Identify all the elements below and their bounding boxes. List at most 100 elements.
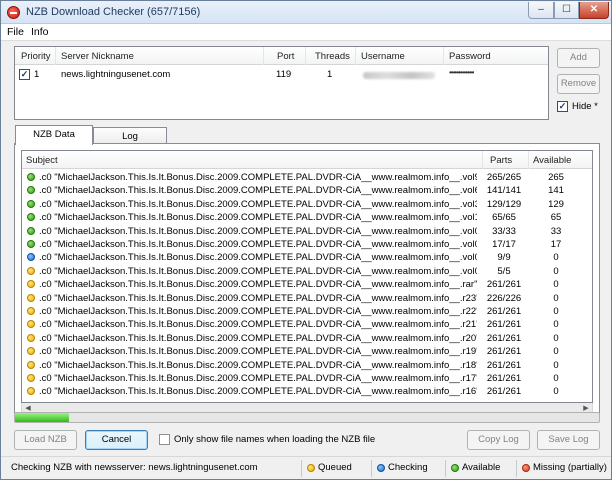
nzb-row[interactable]: .c0 "MichaelJackson.This.Is.It.Bonus.Dis… [22,171,582,184]
status-dot-icon [27,186,35,195]
server-port: 119 [276,69,292,80]
hide-checkbox[interactable]: ✓ [557,101,568,112]
cancel-button[interactable]: Cancel [85,430,148,450]
nzb-parts: 261/261 [486,332,522,344]
nzb-list[interactable]: Subject Parts Available .c0 "MichaelJack… [21,150,593,403]
col-username[interactable]: Username [361,51,405,62]
status-text: Checking NZB with newsserver: news.light… [11,462,258,473]
nzb-available: 0 [553,346,559,358]
server-password: •••••••••••••• [449,68,475,77]
nzb-subject: .c0 "MichaelJackson.This.Is.It.Bonus.Dis… [39,185,477,197]
nzb-row[interactable]: .c0 "MichaelJackson.This.Is.It.Bonus.Dis… [22,184,582,197]
minimize-button[interactable]: – [528,2,554,19]
queued-legend-icon [307,464,315,472]
nzb-row[interactable]: .c0 "MichaelJackson.This.Is.It.Bonus.Dis… [22,318,582,331]
nzb-available: 33 [550,225,562,237]
menu-info[interactable]: Info [31,26,49,38]
col-subject[interactable]: Subject [26,155,58,166]
col-threads[interactable]: Threads [315,51,350,62]
nzb-available: 0 [553,319,559,331]
nzb-row[interactable]: .c0 "MichaelJackson.This.Is.It.Bonus.Dis… [22,265,582,278]
tab-nzb-data[interactable]: NZB Data [15,125,93,145]
col-priority[interactable]: Priority [21,51,51,62]
hide-label[interactable]: Hide * [572,101,598,112]
copy-log-button[interactable]: Copy Log [467,430,530,450]
status-dot-icon [27,307,35,315]
nzb-available: 0 [553,292,559,304]
remove-server-button[interactable]: Remove [557,74,600,94]
legend-available: Available [462,462,501,473]
nzb-subject: .c0 "MichaelJackson.This.Is.It.Bonus.Dis… [39,373,477,384]
status-dot-icon [27,374,35,382]
status-dot-icon [27,253,35,262]
server-nickname: news.lightningusenet.com [61,69,171,80]
save-log-button[interactable]: Save Log [537,430,600,450]
nzb-row[interactable]: .c0 "MichaelJackson.This.Is.It.Bonus.Dis… [22,251,582,264]
nzb-row[interactable]: .c0 "MichaelJackson.This.Is.It.Bonus.Dis… [22,345,582,358]
nzb-available: 0 [553,265,559,277]
status-dot-icon [27,320,35,329]
server-username-redacted [363,72,435,79]
menu-file[interactable]: File [7,26,24,38]
nzb-row[interactable]: .c0 "MichaelJackson.This.Is.It.Bonus.Dis… [22,198,582,211]
nzb-subject: .c0 "MichaelJackson.This.Is.It.Bonus.Dis… [39,212,477,224]
available-legend-icon [451,464,459,472]
nzb-row[interactable]: .c0 "MichaelJackson.This.Is.It.Bonus.Dis… [22,372,582,385]
nzb-available: 0 [553,306,559,317]
col-port[interactable]: Port [277,51,294,62]
nzb-subject: .c0 "MichaelJackson.This.Is.It.Bonus.Dis… [39,279,477,291]
status-dot-icon [27,199,35,208]
nzb-row[interactable]: .c0 "MichaelJackson.This.Is.It.Bonus.Dis… [22,332,582,345]
col-parts[interactable]: Parts [490,155,512,166]
nzb-parts: 261/261 [486,373,522,384]
only-show-filenames-label[interactable]: Only show file names when loading the NZ… [174,434,375,445]
server-row[interactable]: ✓ 1 news.lightningusenet.com 119 1 •••••… [15,67,548,82]
nzb-available: 129 [548,198,564,210]
load-nzb-button[interactable]: Load NZB [14,430,77,450]
col-available[interactable]: Available [533,155,571,166]
nzb-subject: .c0 "MichaelJackson.This.Is.It.Bonus.Dis… [39,359,477,371]
nzb-parts: 261/261 [486,359,522,371]
nzb-available: 0 [553,386,559,398]
server-list[interactable]: Priority Server Nickname Port Threads Us… [14,46,549,120]
nzb-row[interactable]: .c0 "MichaelJackson.This.Is.It.Bonus.Dis… [22,305,582,318]
nzb-subject: .c0 "MichaelJackson.This.Is.It.Bonus.Dis… [39,239,477,250]
nzb-parts: 129/129 [486,198,522,210]
main-window: NZB Download Checker (657/7156) – ☐ ✕ Fi… [0,0,612,480]
add-server-button[interactable]: Add [557,48,600,68]
maximize-button[interactable]: ☐ [554,2,579,19]
nzb-data-panel: Subject Parts Available .c0 "MichaelJack… [14,143,600,419]
nzb-row[interactable]: .c0 "MichaelJackson.This.Is.It.Bonus.Dis… [22,238,582,251]
col-password[interactable]: Password [449,51,491,62]
nzb-subject: .c0 "MichaelJackson.This.Is.It.Bonus.Dis… [39,292,477,304]
legend-queued: Queued [318,462,352,473]
server-threads: 1 [327,69,333,80]
nzb-available: 17 [550,239,562,250]
nzb-row[interactable]: .c0 "MichaelJackson.This.Is.It.Bonus.Dis… [22,359,582,372]
nzb-parts: 65/65 [492,212,516,224]
nzb-parts: 261/261 [486,279,522,291]
status-dot-icon [27,226,35,235]
nzb-parts: 17/17 [492,239,516,250]
window-title: NZB Download Checker (657/7156) [26,6,201,18]
nzb-row[interactable]: .c0 "MichaelJackson.This.Is.It.Bonus.Dis… [22,292,582,305]
nzb-subject: .c0 "MichaelJackson.This.Is.It.Bonus.Dis… [39,198,477,210]
status-bar: Checking NZB with newsserver: news.light… [1,456,611,479]
nzb-row[interactable]: .c0 "MichaelJackson.This.Is.It.Bonus.Dis… [22,385,582,398]
close-button[interactable]: ✕ [579,2,609,19]
only-show-filenames-checkbox[interactable] [159,434,170,445]
nzb-row[interactable]: .c0 "MichaelJackson.This.Is.It.Bonus.Dis… [22,278,582,291]
nzb-row[interactable]: .c0 "MichaelJackson.This.Is.It.Bonus.Dis… [22,225,582,238]
nzb-subject: .c0 "MichaelJackson.This.Is.It.Bonus.Dis… [39,386,477,398]
server-enabled-checkbox[interactable]: ✓ [19,69,30,80]
status-dot-icon [27,347,35,356]
status-dot-icon [27,293,35,302]
nzb-available: 0 [553,252,559,264]
col-server-nickname[interactable]: Server Nickname [61,51,134,62]
check-progress-bar [14,412,600,423]
nzb-row[interactable]: .c0 "MichaelJackson.This.Is.It.Bonus.Dis… [22,211,582,224]
status-dot-icon [27,266,35,275]
nzb-parts: 226/226 [486,292,522,304]
nzb-subject: .c0 "MichaelJackson.This.Is.It.Bonus.Dis… [39,225,477,237]
title-bar[interactable]: NZB Download Checker (657/7156) – ☐ ✕ [1,1,611,24]
